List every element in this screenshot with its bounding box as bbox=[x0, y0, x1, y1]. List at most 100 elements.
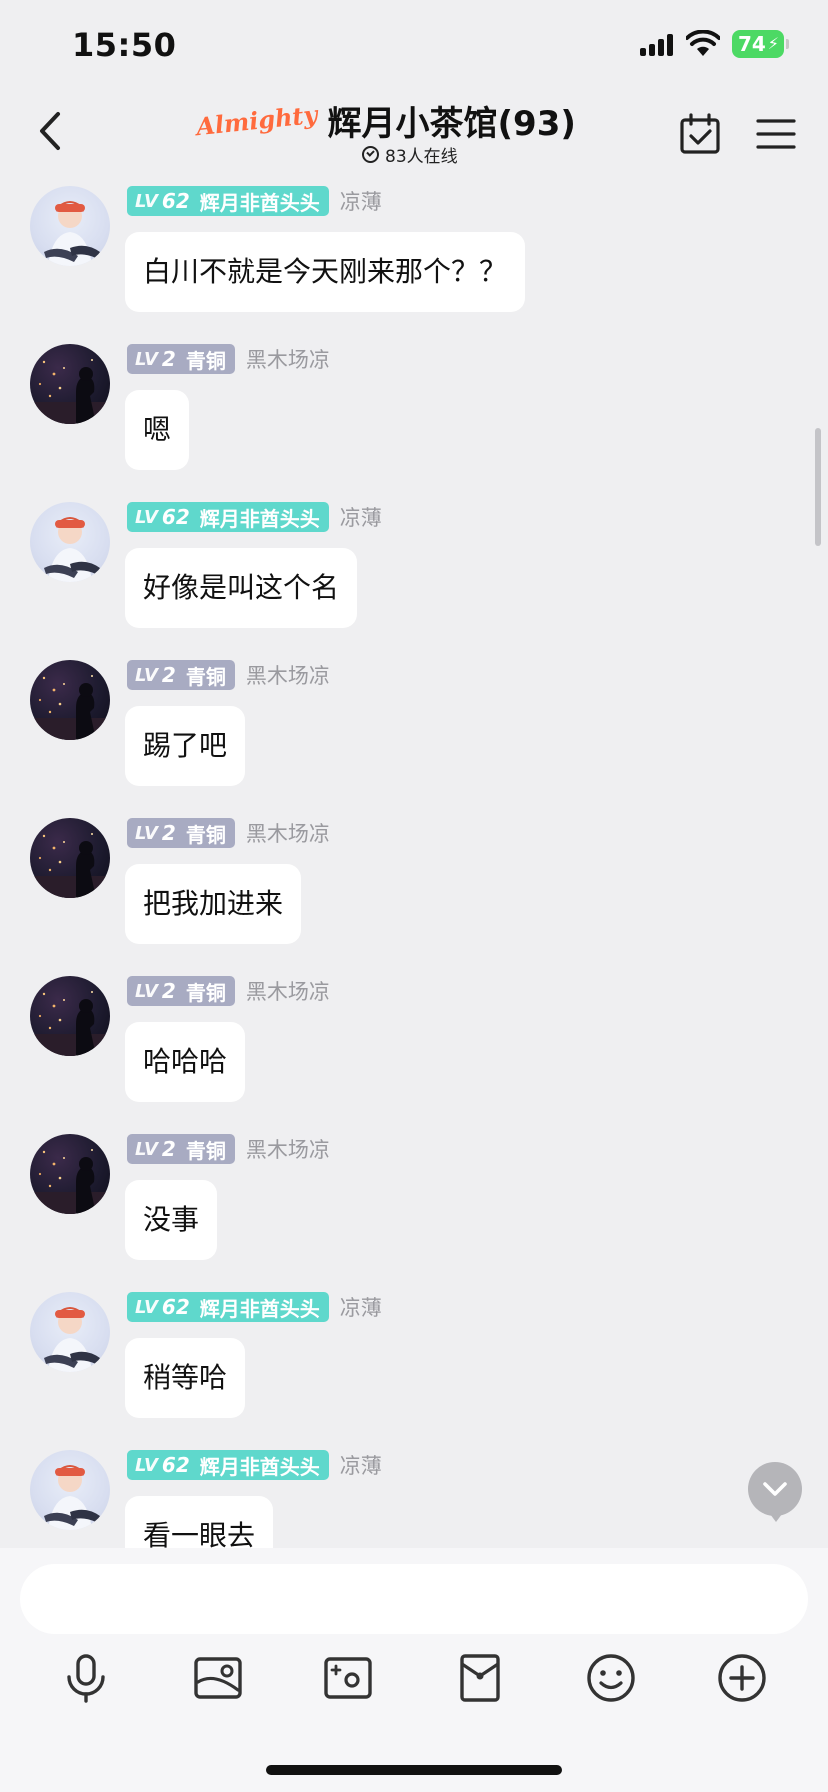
level-badge[interactable]: LV 62 辉月非酋头头 bbox=[127, 502, 329, 532]
sender-name[interactable]: 黑木场凉 bbox=[246, 344, 330, 374]
microphone-icon[interactable] bbox=[58, 1650, 114, 1706]
sender-name[interactable]: 黑木场凉 bbox=[246, 1134, 330, 1164]
menu-icon[interactable] bbox=[754, 112, 798, 156]
message-bubble[interactable]: 看一眼去 bbox=[125, 1496, 274, 1548]
level-prefix: LV bbox=[135, 980, 158, 1002]
battery-level: 74 bbox=[738, 32, 766, 56]
night-city-avatar[interactable] bbox=[30, 976, 110, 1056]
level-prefix: LV bbox=[135, 1296, 158, 1318]
message-meta: LV 62 辉月非酋头头 凉薄 bbox=[127, 186, 382, 216]
message-meta: LV 2 青铜 黑木场凉 bbox=[127, 976, 330, 1006]
girl-avatar[interactable] bbox=[30, 502, 110, 582]
image-icon[interactable] bbox=[190, 1650, 246, 1706]
message-row: LV 62 辉月非酋头头 凉薄 好像是叫这个名 bbox=[0, 492, 828, 650]
composer-bar bbox=[0, 1548, 828, 1792]
status-time: 15:50 bbox=[72, 26, 177, 64]
plus-icon[interactable] bbox=[714, 1650, 770, 1706]
rank-title: 青铜 bbox=[185, 664, 226, 689]
sender-name[interactable]: 凉薄 bbox=[340, 186, 382, 216]
level-number: 62 bbox=[161, 505, 190, 529]
level-badge[interactable]: LV 62 辉月非酋头头 bbox=[127, 186, 329, 216]
level-prefix: LV bbox=[135, 190, 158, 212]
girl-avatar[interactable] bbox=[30, 1450, 110, 1530]
scroll-to-bottom-button[interactable] bbox=[748, 1462, 802, 1522]
level-prefix: LV bbox=[135, 822, 158, 844]
message-bubble[interactable]: 好像是叫这个名 bbox=[125, 548, 358, 628]
sender-name[interactable]: 黑木场凉 bbox=[246, 818, 330, 848]
girl-avatar[interactable] bbox=[30, 186, 110, 266]
status-bar: 15:50 74 ⚡ bbox=[0, 0, 828, 92]
level-badge[interactable]: LV 2 青铜 bbox=[127, 818, 235, 848]
sender-name[interactable]: 凉薄 bbox=[340, 1292, 382, 1322]
level-badge[interactable]: LV 2 青铜 bbox=[127, 976, 235, 1006]
sender-name[interactable]: 黑木场凉 bbox=[246, 976, 330, 1006]
message-meta: LV 2 青铜 黑木场凉 bbox=[127, 1134, 330, 1164]
rank-title: 辉月非酋头头 bbox=[199, 506, 320, 531]
message-row: LV 62 辉月非酋头头 凉薄白川不就是今天刚来那个？？ bbox=[0, 176, 828, 334]
night-city-avatar[interactable] bbox=[30, 818, 110, 898]
online-count-text: 83人在线 bbox=[385, 147, 458, 167]
chevron-down-icon bbox=[763, 1482, 787, 1496]
girl-avatar[interactable] bbox=[30, 1292, 110, 1372]
sender-name[interactable]: 凉薄 bbox=[340, 502, 382, 532]
charging-bolt-icon: ⚡ bbox=[767, 34, 779, 53]
message-bubble[interactable]: 踢了吧 bbox=[125, 706, 246, 786]
rank-title: 辉月非酋头头 bbox=[199, 190, 320, 215]
message-bubble[interactable]: 白川不就是今天刚来那个？？ bbox=[125, 232, 526, 312]
level-prefix: LV bbox=[135, 348, 158, 370]
message-row: LV 2 青铜 黑木场凉 没事 bbox=[0, 1124, 828, 1282]
back-arrow-icon[interactable] bbox=[30, 106, 70, 156]
group-title[interactable]: Almighty 辉月小茶馆(93) bbox=[194, 98, 576, 144]
level-number: 2 bbox=[161, 979, 176, 1003]
level-prefix: LV bbox=[135, 664, 158, 686]
night-city-avatar[interactable] bbox=[30, 1134, 110, 1214]
camera-icon[interactable] bbox=[320, 1650, 376, 1706]
group-name: 辉月小茶馆(93) bbox=[327, 103, 576, 144]
red-packet-icon[interactable] bbox=[452, 1650, 508, 1706]
level-prefix: LV bbox=[135, 1138, 158, 1160]
night-city-avatar[interactable] bbox=[30, 344, 110, 424]
emoji-icon[interactable] bbox=[583, 1650, 639, 1706]
sender-name[interactable]: 凉薄 bbox=[340, 1450, 382, 1480]
home-indicator bbox=[266, 1765, 562, 1775]
rank-title: 青铜 bbox=[185, 1138, 226, 1163]
message-meta: LV 62 辉月非酋头头 凉薄 bbox=[127, 1292, 382, 1322]
message-bubble[interactable]: 稍等哈 bbox=[125, 1338, 246, 1418]
night-city-avatar[interactable] bbox=[30, 660, 110, 740]
online-check-icon bbox=[362, 146, 379, 163]
level-number: 2 bbox=[161, 1137, 176, 1161]
level-number: 2 bbox=[161, 663, 176, 687]
message-bubble[interactable]: 哈哈哈 bbox=[125, 1022, 246, 1102]
message-input[interactable] bbox=[20, 1564, 808, 1634]
message-bubble[interactable]: 嗯 bbox=[125, 390, 190, 470]
cellular-signal-icon bbox=[640, 34, 674, 56]
message-row: LV 2 青铜 黑木场凉 踢了吧 bbox=[0, 650, 828, 808]
level-number: 2 bbox=[161, 821, 176, 845]
online-count: 83人在线 bbox=[362, 142, 458, 167]
message-list[interactable]: LV 62 辉月非酋头头 凉薄 白川不就是今天刚来那个？？ LV 2 青铜 黑木场凉嗯 LV 62 辉… bbox=[0, 176, 828, 1548]
rank-title: 青铜 bbox=[185, 822, 226, 847]
message-bubble[interactable]: 把我加进来 bbox=[125, 864, 302, 944]
message-meta: LV 2 青铜 黑木场凉 bbox=[127, 818, 330, 848]
rank-title: 青铜 bbox=[185, 348, 226, 373]
almighty-logo: Almighty bbox=[194, 99, 319, 141]
level-number: 62 bbox=[161, 1453, 190, 1477]
scrollbar-thumb[interactable] bbox=[815, 428, 821, 546]
calendar-checkin-icon[interactable] bbox=[678, 112, 722, 156]
level-badge[interactable]: LV 62 辉月非酋头头 bbox=[127, 1450, 329, 1480]
message-row: LV 2 青铜 黑木场凉 哈哈哈 bbox=[0, 966, 828, 1124]
message-row: LV 62 辉月非酋头头 凉薄稍等哈 bbox=[0, 1282, 828, 1440]
level-badge[interactable]: LV 62 辉月非酋头头 bbox=[127, 1292, 329, 1322]
message-meta: LV 62 辉月非酋头头 凉薄 bbox=[127, 502, 382, 532]
message-bubble[interactable]: 没事 bbox=[125, 1180, 218, 1260]
rank-title: 辉月非酋头头 bbox=[199, 1296, 320, 1321]
message-meta: LV 2 青铜 黑木场凉 bbox=[127, 344, 330, 374]
message-row: LV 2 青铜 黑木场凉嗯 bbox=[0, 334, 828, 492]
message-row: LV 2 青铜 黑木场凉把我加进来 bbox=[0, 808, 828, 966]
rank-title: 青铜 bbox=[185, 980, 226, 1005]
level-badge[interactable]: LV 2 青铜 bbox=[127, 344, 235, 374]
battery-indicator: 74 ⚡ bbox=[732, 30, 789, 58]
level-badge[interactable]: LV 2 青铜 bbox=[127, 1134, 235, 1164]
sender-name[interactable]: 黑木场凉 bbox=[246, 660, 330, 690]
level-badge[interactable]: LV 2 青铜 bbox=[127, 660, 235, 690]
